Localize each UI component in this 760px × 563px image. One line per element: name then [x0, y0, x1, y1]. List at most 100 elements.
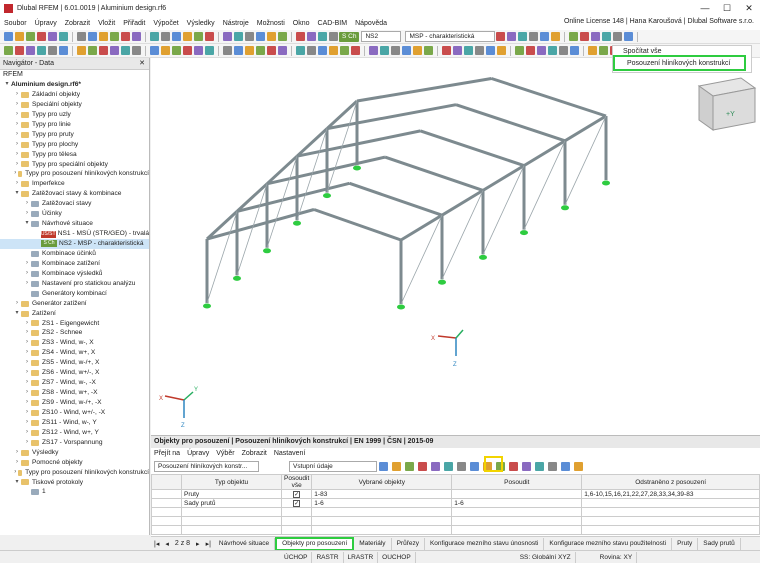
panel-tool-icon[interactable] [470, 462, 479, 471]
panel-tool-icon[interactable] [574, 462, 583, 471]
nav-item[interactable]: › Typy pro posouzení hliníkových konstruk… [0, 468, 149, 478]
panel-tool-icon[interactable] [548, 462, 557, 471]
menu-item[interactable]: Soubor [0, 20, 31, 27]
toolbar-icon[interactable] [194, 32, 203, 41]
menu-item[interactable]: Okno [289, 20, 314, 27]
nav-item[interactable]: › ZS7 - Wind, w-, -X [0, 378, 149, 388]
panel-tool-icon[interactable] [444, 462, 453, 471]
toolbar-icon[interactable] [548, 46, 557, 55]
toolbar-icon[interactable] [110, 46, 119, 55]
input-select[interactable]: Vstupní údaje [289, 461, 377, 472]
toolbar-icon[interactable] [183, 46, 192, 55]
nav-item[interactable]: › ZS9 - Wind, w-/+, -X [0, 398, 149, 408]
toolbar-icon[interactable] [267, 32, 276, 41]
expand-icon[interactable]: › [23, 428, 31, 438]
toolbar-icon[interactable] [37, 32, 46, 41]
nav-item[interactable]: ▾ Aluminium design.rf6* [0, 80, 149, 90]
menu-item[interactable]: Nápověda [351, 20, 391, 27]
toolbar-icon[interactable] [580, 32, 590, 41]
toolbar-icon[interactable] [507, 32, 517, 41]
toolbar-icon[interactable] [161, 46, 170, 55]
toolbar-icon[interactable] [110, 32, 119, 41]
toolbar-icon[interactable] [464, 46, 473, 55]
toolbar-icon[interactable] [150, 46, 159, 55]
toolbar-icon[interactable] [453, 46, 462, 55]
panel-tool-icon[interactable] [431, 462, 440, 471]
nav-item[interactable]: › Typy pro speciální objekty [0, 160, 149, 170]
toolbar-icon[interactable] [15, 32, 24, 41]
selected-objects-cell[interactable]: 1-83 [311, 489, 453, 499]
check-all-cell[interactable]: ✓ [280, 489, 313, 499]
toolbar-icon[interactable] [318, 46, 327, 55]
nav-item[interactable]: › Účinky [0, 209, 149, 219]
nav-item[interactable]: Generátory kombinací [0, 289, 149, 299]
nav-item[interactable]: › ZS10 - Wind, w+/-, -X [0, 408, 149, 418]
menu-item[interactable]: Zobrazit [61, 20, 94, 27]
expand-icon[interactable]: › [13, 150, 21, 160]
toolbar-icon[interactable] [497, 46, 506, 55]
nav-item[interactable]: › Typy pro uzly [0, 110, 149, 120]
expand-icon[interactable]: ▾ [23, 219, 31, 229]
toolbar-icon[interactable] [588, 46, 597, 55]
nav-item[interactable]: › Typy pro posouzení hliníkových konstruk… [0, 169, 149, 179]
toolbar-icon[interactable] [59, 46, 68, 55]
toolbar-icon[interactable] [613, 32, 623, 41]
menu-item[interactable]: Úpravy [31, 20, 61, 27]
toolbar-icon[interactable] [380, 46, 389, 55]
nav-item[interactable]: › ZS3 - Wind, w-, X [0, 338, 149, 348]
toolbar-icon[interactable] [37, 46, 46, 55]
expand-icon[interactable]: › [13, 130, 21, 140]
nav-item[interactable]: ▾ Zatěžovací stavy & kombinace [0, 189, 149, 199]
toolbar-icon[interactable] [223, 32, 232, 41]
check-cell[interactable]: 1-6 [451, 498, 583, 508]
nav-item[interactable]: › Imperfekce [0, 179, 149, 189]
toolbar-icon[interactable] [526, 46, 535, 55]
toolbar-icon[interactable] [540, 32, 550, 41]
toolbar-icon[interactable] [88, 32, 97, 41]
nav-item[interactable]: ▾ Zatížení [0, 309, 149, 319]
nav-item[interactable]: ÚS/ST NS1 - MSÚ (STR/GEO) - trvalá [0, 229, 149, 239]
toolbar-icon[interactable] [413, 46, 422, 55]
expand-icon[interactable]: ▾ [13, 309, 21, 319]
addon-select[interactable]: Posouzení hliníkových konstr... [154, 461, 259, 472]
panel-tab[interactable]: Sady prutů [698, 537, 741, 550]
panel-tab[interactable]: Objekty pro posouzení [275, 536, 355, 551]
toolbar-icon[interactable] [329, 46, 338, 55]
expand-icon[interactable]: › [13, 299, 21, 309]
toolbar-icon[interactable] [234, 32, 243, 41]
panel-tab[interactable]: Návrhové situace [214, 537, 276, 550]
nav-item[interactable]: › ZS17 - Vorspannung [0, 438, 149, 448]
expand-icon[interactable]: › [13, 179, 21, 189]
toolbar-icon[interactable] [569, 32, 579, 41]
first-page-icon[interactable]: |◂ [151, 540, 162, 548]
toolbar-icon[interactable] [205, 32, 214, 41]
expand-icon[interactable]: ▾ [3, 80, 11, 90]
checkbox[interactable]: ✓ [293, 490, 301, 498]
toolbar-icon[interactable] [475, 46, 484, 55]
toolbar-icon[interactable] [26, 46, 35, 55]
toolbar-icon[interactable] [99, 32, 108, 41]
nav-item[interactable]: › ZS8 - Wind, w+, -X [0, 388, 149, 398]
expand-icon[interactable]: › [23, 438, 31, 448]
expand-icon[interactable]: › [23, 388, 31, 398]
toolbar-icon[interactable] [278, 46, 287, 55]
expand-icon[interactable]: › [23, 368, 31, 378]
toolbar-icon[interactable] [183, 32, 192, 41]
panel-tool-icon[interactable] [457, 462, 466, 471]
nav-item[interactable]: › ZS12 - Wind, w+, Y [0, 428, 149, 438]
toolbar-icon[interactable] [256, 32, 265, 41]
expand-icon[interactable]: › [13, 458, 21, 468]
toolbar-icon[interactable] [296, 32, 305, 41]
panel-menu-item[interactable]: Výběr [216, 450, 234, 457]
toolbar-icon[interactable] [4, 46, 13, 55]
toolbar-icon[interactable] [570, 46, 579, 55]
toolbar-icon[interactable] [624, 32, 634, 41]
nav-item[interactable]: › Typy pro pruty [0, 130, 149, 140]
toolbar-icon[interactable] [442, 46, 451, 55]
toolbar-icon[interactable] [278, 32, 287, 41]
expand-icon[interactable]: › [13, 160, 21, 170]
nav-item[interactable]: › Pomocné objekty [0, 458, 149, 468]
expand-icon[interactable]: › [23, 269, 31, 279]
nav-item[interactable]: S Ch NS2 - MSP - charakteristická [0, 239, 149, 249]
checkbox[interactable]: ✓ [293, 499, 301, 507]
